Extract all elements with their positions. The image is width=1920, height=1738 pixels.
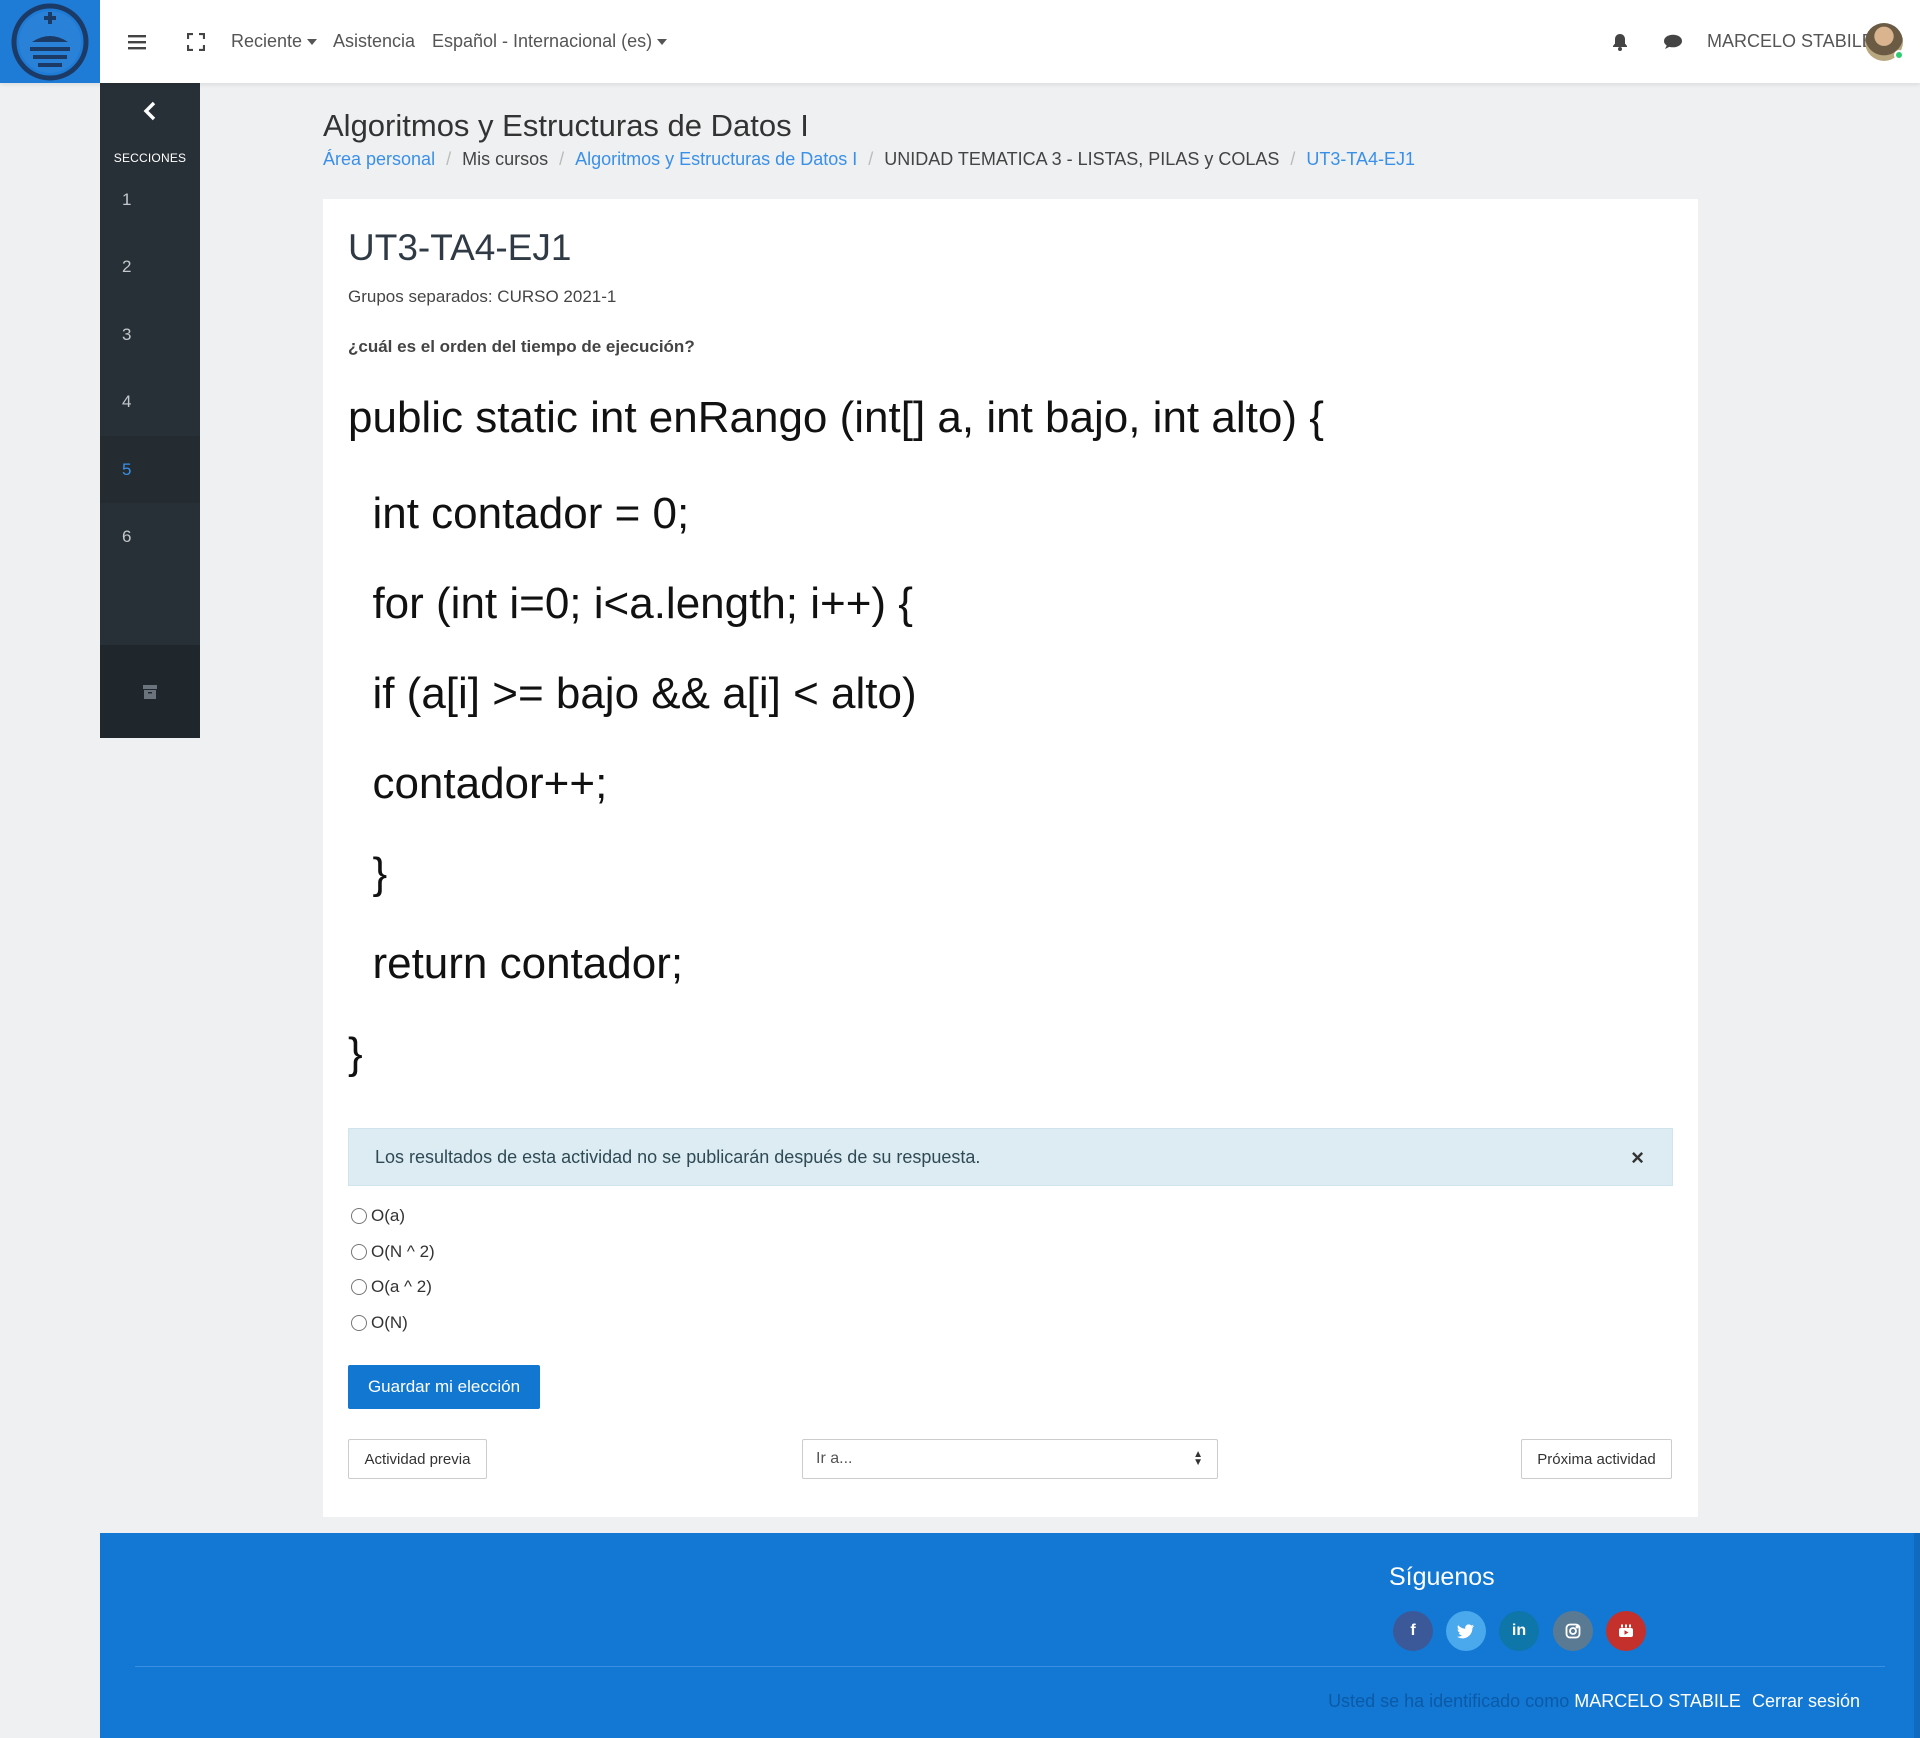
- save-choice-button[interactable]: Guardar mi elección: [348, 1365, 540, 1409]
- facebook-icon[interactable]: f: [1393, 1611, 1433, 1651]
- radio-button[interactable]: [351, 1315, 367, 1331]
- select-arrows-icon: ▲ ▼: [1193, 1449, 1203, 1468]
- info-alert: Los resultados de esta actividad no se p…: [348, 1128, 1673, 1186]
- user-menu[interactable]: MARCELO STABILE: [1707, 0, 1874, 83]
- code-line: }: [348, 1029, 363, 1078]
- sidebar-section-1[interactable]: 1: [100, 166, 200, 233]
- messages-icon[interactable]: [1658, 0, 1688, 83]
- breadcrumb-separator: /: [1290, 149, 1296, 169]
- user-avatar[interactable]: [1864, 0, 1904, 83]
- recent-menu-label: Reciente: [231, 31, 303, 51]
- chevron-left-icon: [143, 101, 156, 120]
- next-activity-button[interactable]: Próxima actividad: [1521, 1439, 1672, 1479]
- alert-message: Los resultados de esta actividad no se p…: [375, 1146, 981, 1167]
- online-status-icon: [1894, 49, 1904, 60]
- login-info: Usted se ha identificado como MARCELO ST…: [1328, 1691, 1860, 1712]
- choice-label: O(a ^ 2): [371, 1277, 432, 1296]
- language-menu[interactable]: Español - Internacional (es): [432, 0, 668, 83]
- jump-to-label: Ir a...: [816, 1450, 853, 1467]
- code-line: for (int i=0; i<a.length; i++) {: [348, 579, 913, 628]
- code-line: }: [348, 849, 388, 898]
- scroll-strip: [1914, 1533, 1920, 1738]
- jump-to-select[interactable]: Ir a... ▲ ▼: [802, 1439, 1218, 1479]
- user-name: MARCELO STABILE: [1707, 31, 1874, 51]
- follow-us-title: Síguenos: [1389, 1563, 1495, 1591]
- sidebar-section-5[interactable]: 5: [100, 436, 200, 503]
- recent-menu[interactable]: Reciente: [231, 0, 318, 83]
- notification-bell-icon[interactable]: [1607, 0, 1633, 83]
- youtube-icon[interactable]: [1606, 1611, 1646, 1651]
- chevron-down-icon: [307, 38, 318, 45]
- sidebar-section-3[interactable]: 3: [100, 301, 200, 368]
- code-line: return contador;: [348, 939, 684, 988]
- choice-label: O(N ^ 2): [371, 1242, 435, 1261]
- group-mode-label: Grupos separados: CURSO 2021-1: [348, 287, 617, 306]
- radio-button[interactable]: [351, 1208, 367, 1224]
- choice-option-1[interactable]: O(a): [351, 1206, 405, 1226]
- choice-label: O(a): [371, 1206, 405, 1225]
- course-title: Algoritmos y Estructuras de Datos I: [323, 108, 809, 143]
- top-navbar: Reciente Asistencia Español - Internacio…: [0, 0, 1920, 83]
- breadcrumb-separator: /: [868, 149, 874, 169]
- help-link-label: Asistencia: [333, 31, 416, 51]
- linkedin-icon[interactable]: in: [1499, 1611, 1539, 1651]
- footer-divider: [135, 1666, 1885, 1667]
- logo-emblem-icon: [11, 3, 89, 80]
- language-menu-label: Español - Internacional (es): [432, 31, 653, 51]
- previous-activity-button[interactable]: Actividad previa: [348, 1439, 487, 1479]
- choice-option-2[interactable]: O(N ^ 2): [351, 1242, 435, 1262]
- close-icon[interactable]: ×: [1631, 1145, 1644, 1171]
- radio-button[interactable]: [351, 1244, 367, 1260]
- sidebar-footer: [100, 645, 200, 738]
- site-logo[interactable]: [0, 0, 100, 83]
- breadcrumb-separator: /: [446, 149, 452, 169]
- code-line: contador++;: [348, 759, 608, 808]
- instagram-icon[interactable]: [1553, 1611, 1593, 1651]
- avatar: [1865, 22, 1904, 61]
- choice-option-4[interactable]: O(N): [351, 1313, 408, 1333]
- breadcrumb-item-unit: UNIDAD TEMATICA 3 - LISTAS, PILAS y COLA…: [884, 149, 1280, 169]
- help-link[interactable]: Asistencia: [333, 0, 415, 83]
- twitter-icon[interactable]: [1446, 1611, 1486, 1651]
- fullscreen-icon[interactable]: [183, 0, 209, 83]
- breadcrumb-item-course[interactable]: Algoritmos y Estructuras de Datos I: [575, 149, 857, 170]
- hamburger-menu-icon[interactable]: [122, 0, 152, 83]
- code-line: int contador = 0;: [348, 489, 690, 538]
- page-footer: Síguenos f in Usted se ha identificado c…: [100, 1533, 1920, 1738]
- sections-sidebar: SECCIONES 1 2 3 4 5 6: [100, 83, 200, 738]
- activity-card: UT3-TA4-EJ1 Grupos separados: CURSO 2021…: [323, 199, 1698, 1517]
- sidebar-section-2[interactable]: 2: [100, 233, 200, 300]
- question-text: ¿cuál es el orden del tiempo de ejecució…: [348, 337, 695, 356]
- sidebar-title: SECCIONES: [113, 151, 187, 165]
- sidebar-section-6[interactable]: 6: [100, 503, 200, 570]
- breadcrumb-item-activity[interactable]: UT3-TA4-EJ1: [1306, 149, 1415, 170]
- code-line: public static int enRango (int[] a, int …: [348, 393, 1324, 442]
- choice-label: O(N): [371, 1313, 408, 1332]
- collapse-sidebar-button[interactable]: [100, 83, 200, 138]
- choice-option-3[interactable]: O(a ^ 2): [351, 1277, 432, 1297]
- radio-button[interactable]: [351, 1279, 367, 1295]
- breadcrumb-item-my-courses: Mis cursos: [462, 149, 549, 169]
- archive-icon[interactable]: [142, 684, 158, 700]
- code-line: if (a[i] >= bajo && a[i] < alto): [348, 669, 917, 718]
- breadcrumb-item-dashboard[interactable]: Área personal: [323, 149, 435, 170]
- chevron-down-icon: [657, 38, 668, 45]
- breadcrumb: Área personal / Mis cursos / Algoritmos …: [323, 149, 1415, 170]
- footer-user-link[interactable]: MARCELO STABILE: [1574, 1691, 1741, 1711]
- logged-in-as-label: Usted se ha identificado como: [1328, 1691, 1570, 1711]
- logout-link[interactable]: Cerrar sesión: [1752, 1691, 1860, 1711]
- breadcrumb-separator: /: [559, 149, 565, 169]
- sidebar-section-4[interactable]: 4: [100, 368, 200, 435]
- activity-title: UT3-TA4-EJ1: [348, 227, 572, 268]
